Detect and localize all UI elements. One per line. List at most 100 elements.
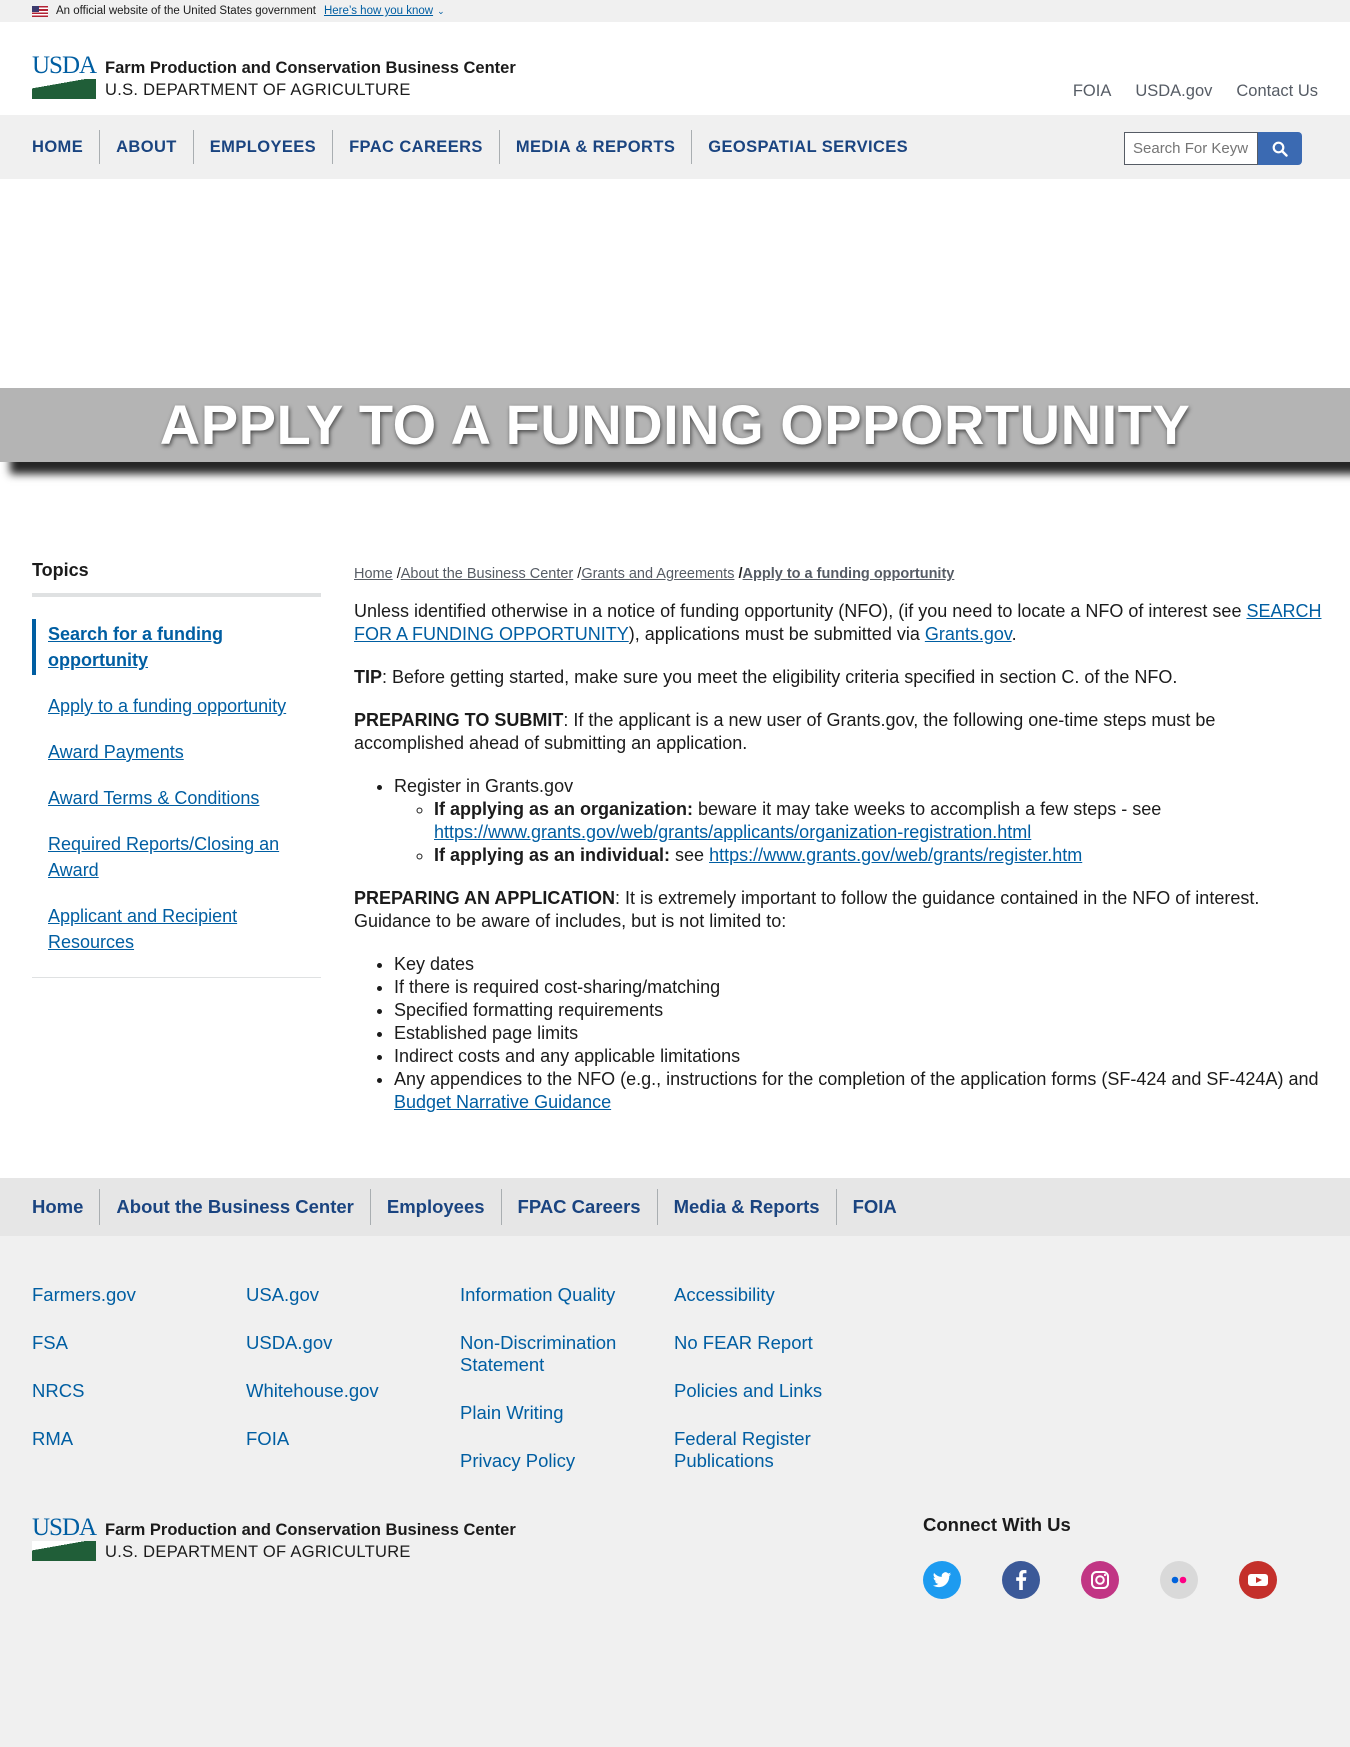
nav-geospatial-services[interactable]: GEOSPATIAL SERVICES xyxy=(691,130,924,164)
footer-nav-careers[interactable]: FPAC Careers xyxy=(500,1189,657,1225)
org-name: Farm Production and Conservation Busines… xyxy=(105,59,516,77)
list-item: If there is required cost-sharing/matchi… xyxy=(394,976,1324,999)
sidebar-title: Topics xyxy=(32,560,321,597)
list-item: Specified formatting requirements xyxy=(394,999,1324,1022)
gov-banner: An official website of the United States… xyxy=(0,0,1350,22)
sidebar-list: Search for a funding opportunity Apply t… xyxy=(32,619,321,978)
nav-about[interactable]: ABOUT xyxy=(99,130,193,164)
list-item: Established page limits xyxy=(394,1022,1324,1045)
facebook-icon[interactable] xyxy=(1002,1561,1040,1599)
social-links xyxy=(923,1561,1277,1599)
flickr-icon[interactable] xyxy=(1160,1561,1198,1599)
footer-column-legal: Accessibility No FEAR Report Policies an… xyxy=(674,1284,864,1498)
site-logo-link[interactable]: USDA Farm Production and Conservation Bu… xyxy=(32,53,516,101)
footer-nav-employees[interactable]: Employees xyxy=(369,1189,501,1225)
footer-link[interactable]: No FEAR Report xyxy=(674,1332,864,1354)
individual-registration-link[interactable]: https://www.grants.gov/web/grants/regist… xyxy=(709,845,1082,865)
footer-bottom: USDA Farm Production and Conservation Bu… xyxy=(0,1514,1350,1747)
footer-column-policy: Information Quality Non-Discrimination S… xyxy=(460,1284,650,1498)
footer-logo-link[interactable]: USDA Farm Production and Conservation Bu… xyxy=(32,1515,516,1563)
footer-link[interactable]: USA.gov xyxy=(246,1284,436,1306)
footer-column-gov: USA.gov USDA.gov Whitehouse.gov FOIA xyxy=(246,1284,436,1476)
footer-nav-about[interactable]: About the Business Center xyxy=(99,1189,369,1225)
footer-org-name: Farm Production and Conservation Busines… xyxy=(105,1521,516,1539)
registration-list: Register in Grants.gov If applying as an… xyxy=(394,775,1324,867)
nav-home[interactable]: HOME xyxy=(32,130,99,164)
footer-link[interactable]: Plain Writing xyxy=(460,1402,650,1424)
preparing-application-paragraph: PREPARING AN APPLICATION: It is extremel… xyxy=(354,888,1260,931)
footer-link[interactable]: NRCS xyxy=(32,1380,222,1402)
search-button[interactable] xyxy=(1258,132,1302,165)
tip-paragraph: TIP: Before getting started, make sure y… xyxy=(354,667,1178,687)
sidebar-item-required-reports[interactable]: Required Reports/Closing an Award xyxy=(32,829,321,885)
breadcrumb: Home /About the Business Center /Grants … xyxy=(354,563,1324,586)
twitter-icon[interactable] xyxy=(923,1561,961,1599)
breadcrumb-home[interactable]: Home xyxy=(354,566,393,582)
main-nav: HOME ABOUT EMPLOYEES FPAC CAREERS MEDIA … xyxy=(0,115,1350,179)
footer-link[interactable]: USDA.gov xyxy=(246,1332,436,1354)
utility-nav: FOIA USDA.gov Contact Us xyxy=(1073,82,1318,101)
footer-dept-name: U.S. DEPARTMENT OF AGRICULTURE xyxy=(105,1543,411,1561)
breadcrumb-grants[interactable]: Grants and Agreements xyxy=(581,566,734,582)
footer-link[interactable]: Privacy Policy xyxy=(460,1450,650,1472)
footer-links: Farmers.gov FSA NRCS RMA USA.gov USDA.go… xyxy=(0,1236,1350,1514)
footer-link[interactable]: Whitehouse.gov xyxy=(246,1380,436,1402)
footer-nav-foia[interactable]: FOIA xyxy=(835,1189,913,1225)
sidebar: Topics Search for a funding opportunity … xyxy=(32,560,321,978)
footer-nav-media[interactable]: Media & Reports xyxy=(656,1189,836,1225)
site-header: USDA Farm Production and Conservation Bu… xyxy=(0,22,1350,115)
footer-link[interactable]: Information Quality xyxy=(460,1284,650,1306)
content-area: Topics Search for a funding opportunity … xyxy=(0,462,1350,1178)
budget-narrative-link[interactable]: Budget Narrative Guidance xyxy=(394,1092,611,1112)
site-search xyxy=(1124,132,1302,165)
connect-section: Connect With Us xyxy=(923,1514,1277,1599)
footer-column-agencies: Farmers.gov FSA NRCS RMA xyxy=(32,1284,222,1476)
utility-link-contact[interactable]: Contact Us xyxy=(1236,82,1318,101)
how-you-know-link[interactable]: Here’s how you know xyxy=(324,5,433,17)
usda-logo: USDA xyxy=(32,53,97,99)
list-item: If applying as an organization: beware i… xyxy=(434,798,1324,844)
list-item: Indirect costs and any applicable limita… xyxy=(394,1045,1324,1068)
usda-logo: USDA xyxy=(32,1515,97,1561)
search-input[interactable] xyxy=(1124,132,1258,165)
sidebar-item-apply-funding[interactable]: Apply to a funding opportunity xyxy=(32,691,321,721)
nav-employees[interactable]: EMPLOYEES xyxy=(192,130,332,164)
dept-name: U.S. DEPARTMENT OF AGRICULTURE xyxy=(105,81,411,99)
list-item: Key dates xyxy=(394,953,1324,976)
sidebar-item-award-payments[interactable]: Award Payments xyxy=(32,737,321,767)
instagram-icon[interactable] xyxy=(1081,1561,1119,1599)
footer-link[interactable]: Accessibility xyxy=(674,1284,864,1306)
hero-banner: APPLY TO A FUNDING OPPORTUNITY xyxy=(0,388,1350,462)
org-registration-link[interactable]: https://www.grants.gov/web/grants/applic… xyxy=(434,822,1031,842)
footer-link[interactable]: Farmers.gov xyxy=(32,1284,222,1306)
sidebar-item-award-terms[interactable]: Award Terms & Conditions xyxy=(32,783,321,813)
preparing-submit-paragraph: PREPARING TO SUBMIT: If the applicant is… xyxy=(354,710,1216,753)
sidebar-item-applicant-resources[interactable]: Applicant and Recipient Resources xyxy=(32,901,321,957)
footer-link[interactable]: Policies and Links xyxy=(674,1380,864,1402)
page-title: APPLY TO A FUNDING OPPORTUNITY xyxy=(159,393,1191,456)
main-content: Home /About the Business Center /Grants … xyxy=(354,563,1324,1134)
footer-link[interactable]: FSA xyxy=(32,1332,222,1354)
youtube-icon[interactable] xyxy=(1239,1561,1277,1599)
nav-media-reports[interactable]: MEDIA & REPORTS xyxy=(498,130,691,164)
hero-image-area xyxy=(0,179,1350,388)
footer-link[interactable]: Non-Discrimination Statement xyxy=(460,1332,650,1376)
breadcrumb-current[interactable]: Apply to a funding opportunity xyxy=(743,566,955,582)
footer-link[interactable]: FOIA xyxy=(246,1428,436,1450)
utility-link-usda[interactable]: USDA.gov xyxy=(1135,82,1212,101)
list-item: Any appendices to the NFO (e.g., instruc… xyxy=(394,1068,1324,1114)
footer-link[interactable]: RMA xyxy=(32,1428,222,1450)
footer-nav-home[interactable]: Home xyxy=(32,1189,99,1225)
intro-paragraph: Unless identified otherwise in a notice … xyxy=(354,601,1322,644)
breadcrumb-about[interactable]: About the Business Center xyxy=(401,566,574,582)
utility-link-foia[interactable]: FOIA xyxy=(1073,82,1112,101)
footer-nav: Home About the Business Center Employees… xyxy=(0,1178,1350,1236)
grants-gov-link[interactable]: Grants.gov xyxy=(925,624,1012,644)
chevron-down-icon: ⌄ xyxy=(437,5,445,16)
us-flag-icon xyxy=(32,5,48,17)
footer-link[interactable]: Federal Register Publications xyxy=(674,1428,864,1472)
nav-fpac-careers[interactable]: FPAC CAREERS xyxy=(332,130,499,164)
search-icon xyxy=(1272,141,1288,157)
sidebar-item-search-funding[interactable]: Search for a funding opportunity xyxy=(32,619,321,675)
gov-banner-text: An official website of the United States… xyxy=(56,5,316,17)
